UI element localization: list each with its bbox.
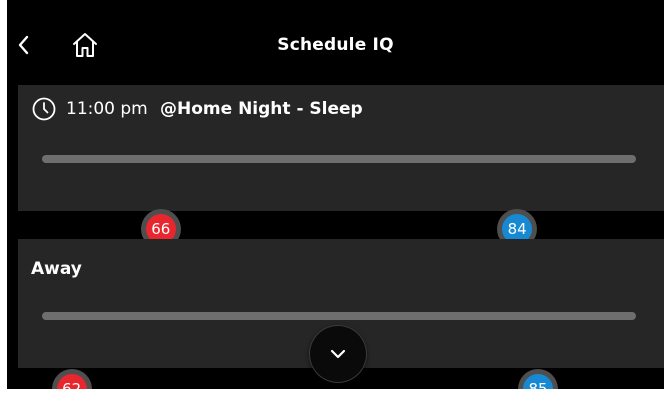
header: Schedule IQ xyxy=(7,0,664,76)
cool-setpoint-value: 85 xyxy=(522,374,553,389)
heat-setpoint-value: 62 xyxy=(56,374,87,389)
heat-setpoint-handle[interactable]: 62 xyxy=(51,369,92,389)
cool-setpoint-handle[interactable]: 85 xyxy=(517,369,558,389)
setpoint-slider-track[interactable]: 66 84 xyxy=(42,155,636,249)
screen: Schedule IQ 11:00 pm @Home Night - Sleep… xyxy=(0,0,671,395)
app-frame: Schedule IQ 11:00 pm @Home Night - Sleep… xyxy=(7,0,664,389)
page-title: Schedule IQ xyxy=(277,35,394,55)
setpoint-slider-track[interactable]: 62 85 xyxy=(42,312,636,389)
schedule-mode: Away xyxy=(31,259,82,279)
schedule-mode: @Home Night - Sleep xyxy=(160,99,363,119)
schedule-card[interactable]: 11:00 pm @Home Night - Sleep 66 84 xyxy=(18,85,664,249)
schedule-time: 11:00 pm xyxy=(66,99,148,119)
clock-icon xyxy=(32,97,56,121)
chevron-down-icon xyxy=(330,349,346,359)
expand-button[interactable] xyxy=(310,326,366,382)
